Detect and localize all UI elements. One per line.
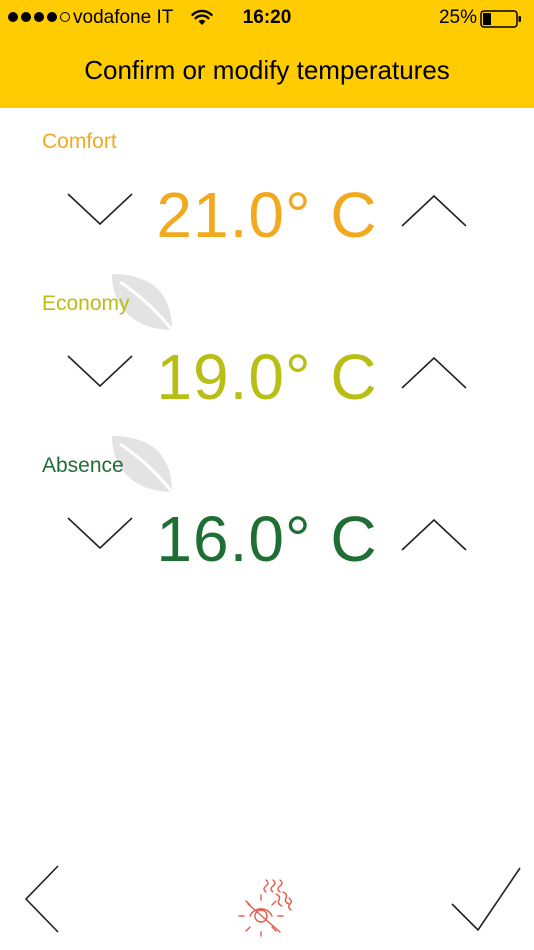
comfort-label: Comfort xyxy=(42,130,117,153)
battery-icon xyxy=(480,10,521,28)
confirm-checkmark-icon[interactable] xyxy=(450,866,522,934)
back-chevron-left-icon[interactable] xyxy=(22,864,62,934)
status-bar: vodafone IT 16:20 25% xyxy=(0,0,534,38)
header-bar: vodafone IT 16:20 25% Confirm or modify … xyxy=(0,0,534,108)
economy-label: Economy xyxy=(42,292,130,315)
economy-increase-chevron-up-icon[interactable] xyxy=(400,354,468,394)
sun-heat-icon[interactable] xyxy=(236,876,298,938)
page-title: Confirm or modify temperatures xyxy=(84,55,450,85)
absence-label: Absence xyxy=(42,454,124,477)
battery-percent: 25% xyxy=(438,7,477,28)
absence-increase-chevron-up-icon[interactable] xyxy=(400,516,468,556)
comfort-increase-chevron-up-icon[interactable] xyxy=(400,192,468,232)
screen: vodafone IT 16:20 25% Confirm or modify … xyxy=(0,0,534,950)
